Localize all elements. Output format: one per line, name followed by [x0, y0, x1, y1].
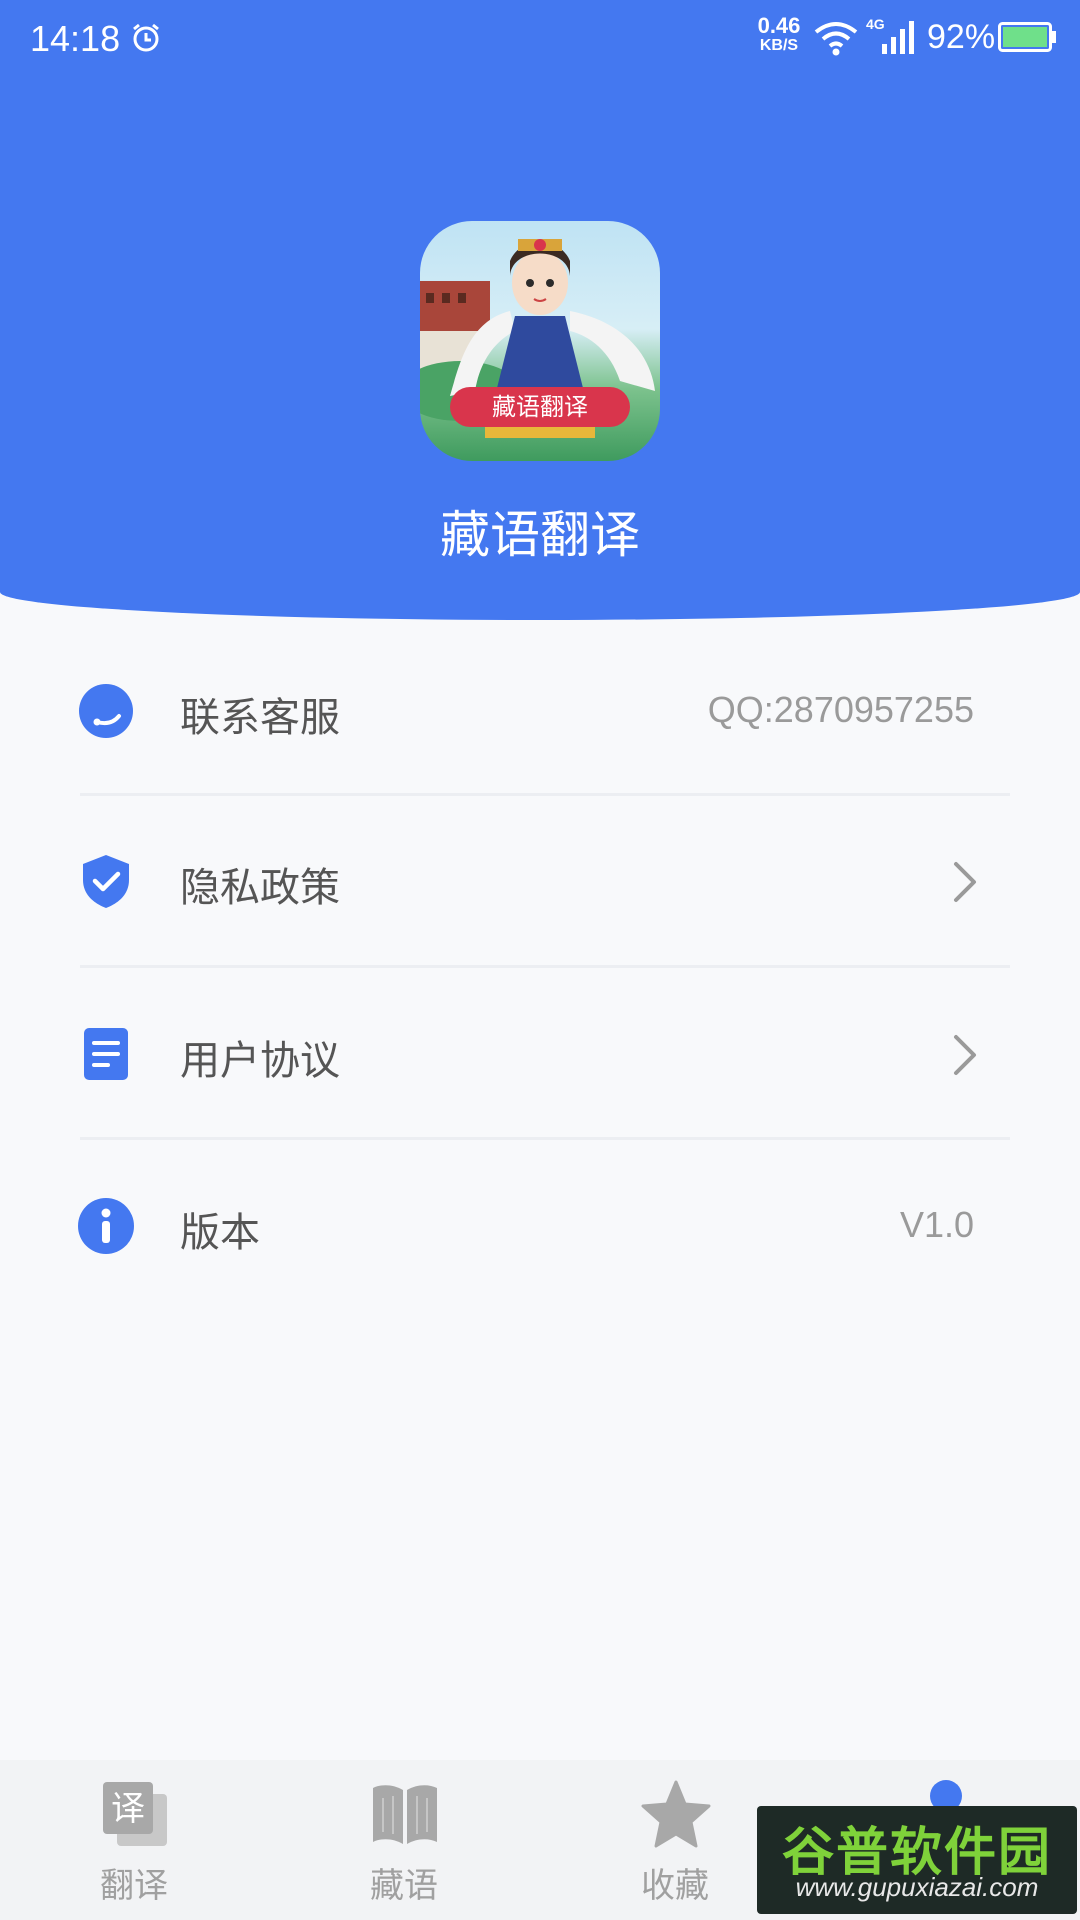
contact-qq-value: QQ:2870957255: [707, 689, 974, 730]
privacy-policy-label: 隐私政策: [180, 865, 340, 911]
logo-badge: 藏语翻译: [450, 387, 630, 427]
star-icon: [641, 1780, 711, 1848]
tab-favorites-label: 收藏: [641, 1866, 709, 1906]
translate-icon: 译: [103, 1782, 167, 1846]
tab-translate-label: 翻译: [100, 1866, 168, 1906]
info-icon: [78, 1198, 134, 1254]
document-icon: [84, 1028, 128, 1080]
shield-check-icon: [83, 855, 129, 908]
profile-header: 14:18 0.46 KB/S 4G 92% 藏语翻译 藏语翻译: [0, 0, 1080, 620]
book-icon: [373, 1785, 437, 1844]
tab-translate[interactable]: 译 翻译: [34, 1760, 234, 1920]
translate-icon-glyph: 译: [111, 1789, 145, 1829]
version-label: 版本: [180, 1210, 260, 1256]
privacy-policy-row[interactable]: 隐私政策: [0, 795, 1080, 965]
user-agreement-label: 用户协议: [180, 1038, 340, 1084]
version-value: V1.0: [899, 1204, 974, 1245]
battery-percent: 92%: [927, 18, 996, 56]
chevron-right-icon: [954, 862, 976, 902]
alarm-icon: [133, 23, 159, 52]
app-logo: 藏语翻译: [420, 221, 660, 461]
network-speed: 0.46 KB/S: [752, 13, 806, 56]
watermark-logo: 谷普软件园 www.gupuxiazai.com: [757, 1806, 1077, 1914]
tab-favorites[interactable]: 收藏: [575, 1760, 775, 1920]
wifi-icon: [814, 22, 858, 56]
watermark-url: www.gupuxiazai.com: [795, 1872, 1039, 1902]
version-row: 版本 V1.0: [0, 1140, 1080, 1310]
headset-icon: [79, 684, 133, 738]
contact-support-label: 联系客服: [180, 695, 340, 741]
battery-icon: [998, 22, 1056, 52]
chevron-right-icon: [954, 1035, 976, 1075]
network-speed-value: 0.46: [757, 13, 801, 38]
user-agreement-row[interactable]: 用户协议: [0, 968, 1080, 1138]
status-bar: 14:18 0.46 KB/S 4G 92%: [0, 0, 1080, 80]
tab-tibetan[interactable]: 藏语: [304, 1760, 504, 1920]
network-speed-unit: KB/S: [759, 37, 799, 54]
app-name: 藏语翻译: [440, 506, 640, 564]
contact-support-row[interactable]: 联系客服 QQ:2870957255: [0, 625, 1080, 795]
status-time: 14:18: [30, 18, 121, 59]
tab-tibetan-label: 藏语: [370, 1866, 438, 1906]
signal-icon: [882, 21, 914, 54]
